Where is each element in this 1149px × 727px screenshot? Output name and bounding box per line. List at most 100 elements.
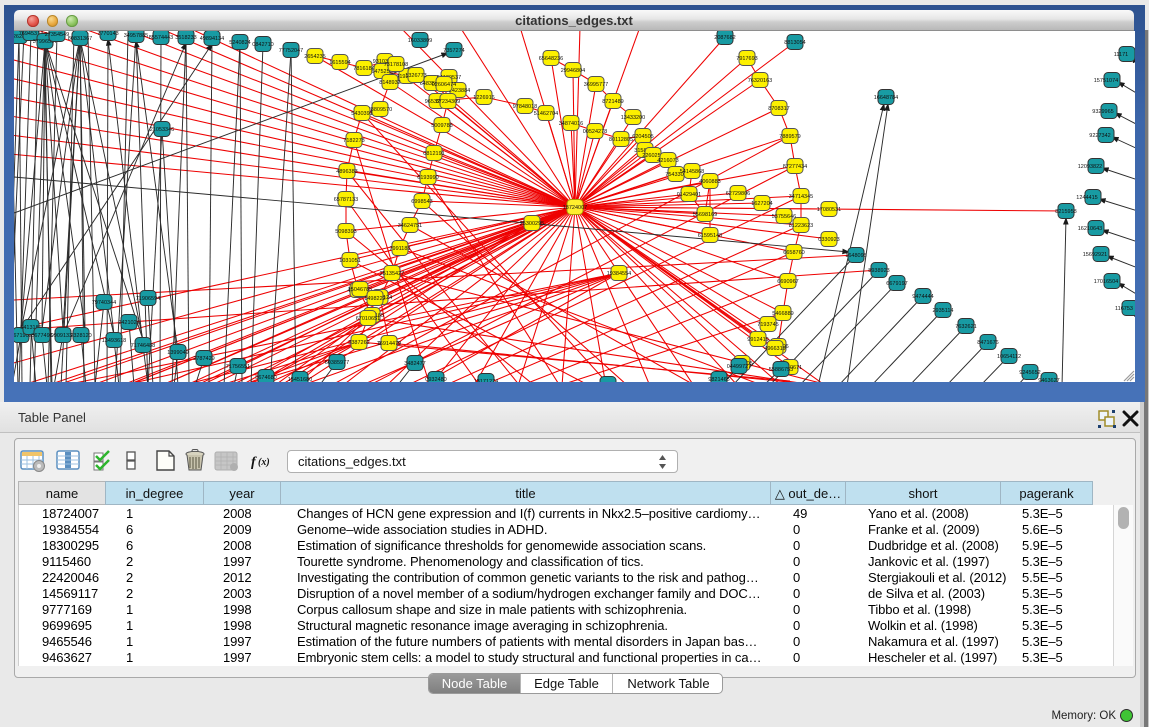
svg-text:15692921: 15692921 xyxy=(1083,252,1107,258)
svg-text:8721489: 8721489 xyxy=(602,99,623,105)
svg-text:7182278: 7182278 xyxy=(343,138,364,144)
svg-text:55698169: 55698169 xyxy=(693,212,717,218)
svg-text:8148932: 8148932 xyxy=(379,80,400,86)
svg-text:71906594: 71906594 xyxy=(136,296,160,302)
svg-text:0330923: 0330923 xyxy=(818,237,839,243)
svg-text:73178108: 73178108 xyxy=(384,62,408,68)
svg-text:1498222: 1498222 xyxy=(364,296,385,302)
svg-text:6193990: 6193990 xyxy=(417,175,438,181)
svg-text:11171: 11171 xyxy=(1114,52,1128,58)
svg-text:25300295: 25300295 xyxy=(520,221,544,227)
svg-text:17080531: 17080531 xyxy=(817,207,841,213)
svg-text:0812191: 0812191 xyxy=(423,151,444,157)
svg-text:7193745: 7193745 xyxy=(757,322,778,328)
svg-text:2787429: 2787429 xyxy=(193,356,214,362)
svg-text:1648095: 1648095 xyxy=(845,253,866,259)
svg-text:34957885: 34957885 xyxy=(124,33,148,39)
svg-text:7889579: 7889579 xyxy=(779,134,800,140)
svg-text:34624751: 34624751 xyxy=(398,223,422,229)
svg-text:2328120: 2328120 xyxy=(70,333,91,339)
svg-text:18724007: 18724007 xyxy=(563,205,587,211)
svg-text:(x): (x) xyxy=(258,457,270,468)
svg-text:01429401: 01429401 xyxy=(677,192,701,198)
svg-text:16210643: 16210643 xyxy=(1078,226,1102,232)
svg-text:29946804: 29946804 xyxy=(561,68,585,74)
svg-text:16648784: 16648784 xyxy=(874,95,898,101)
svg-text:12093822: 12093822 xyxy=(1078,164,1102,170)
svg-text:1399049: 1399049 xyxy=(167,350,188,356)
svg-text:2421024: 2421024 xyxy=(118,320,139,326)
svg-text:0932480: 0932480 xyxy=(425,377,446,382)
svg-text:6204505: 6204505 xyxy=(632,134,653,140)
svg-text:15751074: 15751074 xyxy=(1094,78,1118,84)
svg-text:9227342: 9227342 xyxy=(1089,133,1110,139)
svg-text:6690967: 6690967 xyxy=(777,279,798,285)
svg-text:3482477: 3482477 xyxy=(404,361,425,367)
svg-text:77752047: 77752047 xyxy=(279,48,303,54)
svg-text:7632621: 7632621 xyxy=(955,324,976,330)
svg-text:13171274: 13171274 xyxy=(474,379,498,382)
svg-text:5466889: 5466889 xyxy=(772,311,793,317)
svg-text:1326773: 1326773 xyxy=(405,73,426,79)
svg-text:49894134: 49894134 xyxy=(200,36,224,42)
svg-text:13493618: 13493618 xyxy=(102,338,126,344)
svg-text:34874016: 34874016 xyxy=(559,121,583,127)
svg-text:2935114: 2935114 xyxy=(932,308,953,314)
svg-text:34714345: 34714345 xyxy=(789,194,813,200)
svg-text:5009788: 5009788 xyxy=(431,123,452,129)
svg-text:7917693: 7917693 xyxy=(736,56,757,62)
svg-text:1031051: 1031051 xyxy=(339,258,360,264)
svg-text:8677496: 8677496 xyxy=(31,333,52,339)
svg-text:10654112: 10654112 xyxy=(997,354,1021,360)
svg-text:21053346: 21053346 xyxy=(150,127,174,133)
svg-text:9329965: 9329965 xyxy=(1092,109,1113,115)
svg-text:9463627: 9463627 xyxy=(1038,378,1059,382)
svg-text:8215958: 8215958 xyxy=(1055,209,1076,215)
svg-text:6998543: 6998543 xyxy=(411,199,432,205)
svg-text:8938923: 8938923 xyxy=(868,268,889,274)
svg-text:71756551: 71756551 xyxy=(226,364,250,370)
svg-text:79740344: 79740344 xyxy=(92,300,116,306)
svg-text:2087682: 2087682 xyxy=(714,35,735,41)
svg-text:81223623: 81223623 xyxy=(789,223,813,229)
svg-text:f: f xyxy=(251,455,257,470)
svg-text:19384554: 19384554 xyxy=(607,271,631,277)
svg-text:27354549: 27354549 xyxy=(45,32,69,38)
svg-text:1226916: 1226916 xyxy=(473,95,494,101)
svg-text:9474444: 9474444 xyxy=(912,294,933,300)
svg-text:87277434: 87277434 xyxy=(783,164,807,170)
svg-text:13433200: 13433200 xyxy=(621,115,645,121)
svg-text:36995777: 36995777 xyxy=(584,82,608,88)
svg-text:5098393: 5098393 xyxy=(335,229,356,235)
svg-text:1244415: 1244415 xyxy=(1076,195,1097,201)
svg-text:5240824: 5240824 xyxy=(229,40,250,46)
svg-text:9912419: 9912419 xyxy=(747,337,768,343)
svg-text:04499727: 04499727 xyxy=(727,364,751,370)
svg-text:15451680: 15451680 xyxy=(288,377,312,382)
svg-text:80831367: 80831367 xyxy=(68,36,92,42)
svg-text:54145868: 54145868 xyxy=(680,169,704,175)
svg-text:4896383: 4896383 xyxy=(336,169,357,175)
svg-text:3387262: 3387262 xyxy=(348,340,369,346)
svg-text:0842710: 0842710 xyxy=(252,42,273,48)
svg-text:6658760: 6658760 xyxy=(783,250,804,256)
svg-text:17016504: 17016504 xyxy=(1094,279,1118,285)
svg-text:25135427: 25135427 xyxy=(380,271,404,277)
svg-text:4216073: 4216073 xyxy=(657,158,678,164)
svg-text:60385977: 60385977 xyxy=(325,360,349,366)
svg-text:61595148: 61595148 xyxy=(698,233,722,239)
svg-text:8471676: 8471676 xyxy=(977,340,998,346)
svg-text:4966319: 4966319 xyxy=(764,346,785,352)
svg-text:65648236: 65648236 xyxy=(539,56,563,62)
svg-text:76320163: 76320163 xyxy=(748,78,772,84)
svg-text:1627204: 1627204 xyxy=(751,201,772,207)
svg-text:00524278: 00524278 xyxy=(583,129,607,135)
svg-text:7357274: 7357274 xyxy=(443,48,464,54)
svg-text:55886753: 55886753 xyxy=(769,367,793,373)
svg-text:85574443: 85574443 xyxy=(149,35,173,41)
svg-text:2654235: 2654235 xyxy=(304,54,325,60)
svg-text:65787133: 65787133 xyxy=(334,197,358,203)
svg-text:8708317: 8708317 xyxy=(768,106,789,112)
svg-text:53755646: 53755646 xyxy=(772,214,796,220)
svg-text:97848018: 97848018 xyxy=(513,104,537,110)
